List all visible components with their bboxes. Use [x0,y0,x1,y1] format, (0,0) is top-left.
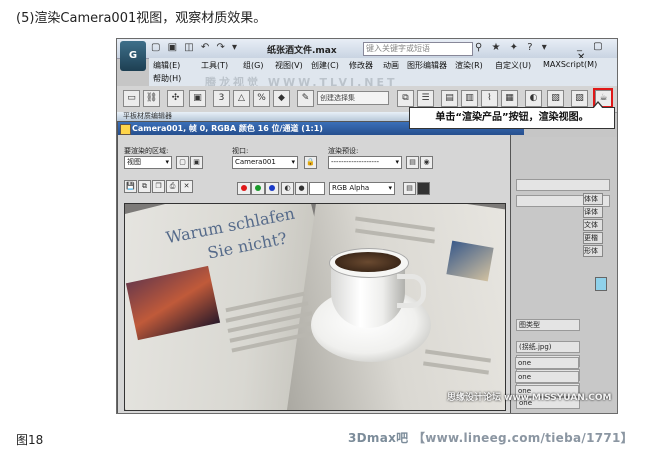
panel-button[interactable]: 译体 [583,206,603,218]
panel-button[interactable]: 体体 [583,193,603,205]
selection-set-select[interactable]: 创建选择集 [317,91,389,105]
material-editor-icon[interactable]: ◐ [525,90,542,107]
coffee-liquid [335,252,401,272]
environment-icon[interactable]: ◉ [420,156,433,169]
lock-icon[interactable]: 🔒 [304,156,317,169]
render-setup-icon[interactable]: ▧ [547,90,564,107]
edit-region-icon[interactable]: ▢ [176,156,189,169]
footer-url: 【www.lineeg.com/tieba/1771】 [412,431,633,445]
blue-channel-toggle[interactable] [265,182,279,195]
move-icon[interactable]: ▣ [189,90,206,107]
panel-button[interactable]: 形体 [583,245,603,257]
panel-row[interactable]: one [515,371,579,383]
rendered-frame-icon[interactable]: ▨ [571,90,588,107]
red-channel-toggle[interactable] [237,182,251,195]
angle-snap-icon[interactable]: △ [233,90,250,107]
panel-dropdown[interactable] [516,179,610,191]
snap-icon[interactable]: 3 [213,90,230,107]
save-image-icon[interactable]: 💾 [124,180,137,193]
title-icons[interactable]: ⚲ ★ ✦ ? ▾ [475,42,550,53]
alpha-toggle-icon[interactable]: ◐ [281,182,294,195]
rendered-image: Warum schlafen Sie nicht? [124,203,506,411]
panel-button[interactable]: 更楷 [583,232,603,244]
spinner-snap-icon[interactable]: ◆ [273,90,290,107]
graphite-icon[interactable]: ▥ [461,90,478,107]
title-bar: G ▢ ▣ ◫ ↶ ↷ ▾ 纸张酒文件.max 键入关键字或短语 ⚲ ★ ✦ ?… [117,39,617,71]
menu-customize[interactable]: 自定义(U) [495,60,531,71]
image-watermark: 思缘设计论坛 www.MISSYUAN.COM [447,393,612,403]
menu-bar: 编辑(E) 工具(T) 组(G) 视图(V) 创建(C) 修改器 动画 图形编辑… [149,58,617,89]
panel-row[interactable]: (拐纸.jpg) [516,341,580,353]
curve-editor-icon[interactable]: ⌇ [481,90,498,107]
link-icon[interactable]: ⛓ [143,90,160,107]
swatch-white[interactable] [309,182,325,195]
menu-modifiers[interactable]: 修改器 [349,60,373,71]
document-title: 纸张酒文件.max [267,46,337,56]
select-icon[interactable]: ✣ [167,90,184,107]
align-icon[interactable]: ☰ [417,90,434,107]
cup-handle [397,274,426,308]
green-channel-toggle[interactable] [251,182,265,195]
render-setup-icon[interactable]: ▤ [406,156,419,169]
clone-window-icon[interactable]: ❐ [152,180,165,193]
panel-button[interactable]: 文体 [583,219,603,231]
menu-group[interactable]: 组(G) [243,60,263,71]
viewport-label: 视口: [232,147,249,155]
menu-maxscript[interactable]: MAXScript(M) [543,60,597,69]
menu-rendering[interactable]: 渲染(R) [455,60,483,71]
frame-window-title-text: Camera001, 帧 0, RGBA 颜色 16 位/通道 (1:1) [132,124,323,133]
magazine-photo [446,240,494,282]
figure-label: 图18 [16,433,44,447]
auto-region-icon[interactable]: ▣ [190,156,203,169]
area-select[interactable]: 视图 [124,156,172,169]
color-swatch[interactable] [595,277,607,291]
edit-named-sets-icon[interactable]: ✎ [297,90,314,107]
menu-graph-editors[interactable]: 图形编辑器 [407,60,447,71]
menu-create[interactable]: 创建(C) [311,60,339,71]
instruction-callout: 单击“渲染产品”按钮，渲染视图。 [409,101,615,129]
app-logo-icon[interactable]: G [120,41,146,71]
undo-icon[interactable]: ▭ [123,90,140,107]
footer-brand: 3Dmax吧 [348,431,409,445]
step-title: (5)渲染Camera001视图，观察材质效果。 [16,11,267,26]
viewport-select[interactable]: Camera001 [232,156,298,169]
channel-select[interactable]: RGB Alpha [329,182,395,195]
copy-image-icon[interactable]: ⧉ [138,180,151,193]
menu-tools[interactable]: 工具(T) [201,60,228,71]
mono-toggle-icon[interactable]: ● [295,182,308,195]
teapot-icon [120,124,131,135]
footer-watermark: 3Dmax吧 【www.lineeg.com/tieba/1771】 [348,429,633,446]
dark-display-icon[interactable] [417,182,430,195]
mirror-icon[interactable]: ⧉ [397,90,414,107]
schematic-icon[interactable]: ▦ [501,90,518,107]
print-icon[interactable]: ⎙ [166,180,179,193]
menu-help[interactable]: 帮助(H) [153,73,181,84]
preset-label: 渲染预设: [328,147,359,155]
menu-animation[interactable]: 动画 [383,60,399,71]
screenshot-3dsmax: G ▢ ▣ ◫ ↶ ↷ ▾ 纸张酒文件.max 键入关键字或短语 ⚲ ★ ✦ ?… [116,38,618,414]
menu-edit[interactable]: 编辑(E) [153,60,180,71]
panel-row: 图类型 [516,319,580,331]
search-input[interactable]: 键入关键字或短语 [363,42,473,56]
preset-select[interactable]: ------------------- [328,156,402,169]
clear-icon[interactable]: ✕ [180,180,193,193]
layer-icon[interactable]: ▤ [441,90,458,107]
menu-views[interactable]: 视图(V) [275,60,303,71]
area-label: 要渲染的区域: [124,147,169,155]
panel-row[interactable]: one [515,357,579,369]
display-toggle-icon[interactable]: ▤ [403,182,416,195]
percent-snap-icon[interactable]: % [253,90,270,107]
quick-access-toolbar[interactable]: ▢ ▣ ◫ ↶ ↷ ▾ [151,42,239,53]
